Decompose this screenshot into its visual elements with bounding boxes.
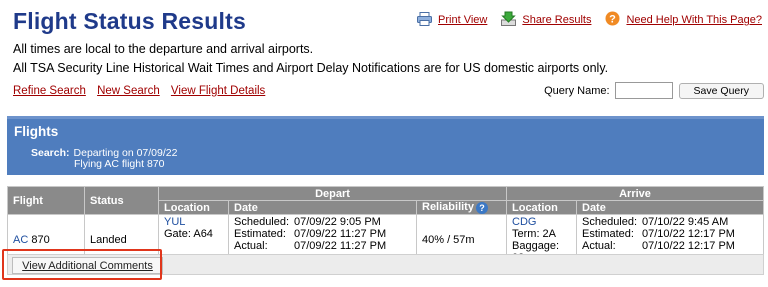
print-view-link[interactable]: Print View	[417, 11, 487, 29]
action-links: Refine Search New Search View Flight Det…	[13, 85, 273, 97]
help-icon[interactable]: ?	[475, 202, 488, 214]
search-label: Search:	[31, 147, 70, 159]
arrive-scheduled: 07/10/22 9:45 AM	[642, 216, 729, 228]
share-results-label[interactable]: Share Results	[522, 14, 591, 26]
depart-gate: Gate: A64	[164, 228, 213, 240]
col-depart: Depart	[158, 186, 507, 201]
depart-scheduled-label: Scheduled:	[234, 216, 290, 228]
save-query-form: Query Name: Save Query	[544, 82, 764, 99]
arrive-actual-label: Actual:	[582, 240, 616, 252]
depart-actual-label: Actual:	[234, 240, 268, 252]
flight-number: 870	[31, 234, 50, 246]
help-label[interactable]: Need Help With This Page?	[626, 14, 762, 26]
arrive-estimated: 07/10/22 12:17 PM	[642, 228, 735, 240]
depart-actual: 07/09/22 11:27 PM	[294, 240, 387, 252]
timezone-note: All times are local to the departure and…	[13, 42, 314, 56]
svg-text:?: ?	[610, 14, 617, 26]
col-arrive-location: Location	[506, 200, 577, 215]
reliability-label: Reliability	[422, 201, 474, 213]
depart-estimated-label: Estimated:	[234, 228, 286, 240]
col-arrive: Arrive	[506, 186, 764, 201]
col-reliability: Reliability?	[416, 200, 507, 215]
comments-button-label: View Additional Comments	[22, 259, 153, 272]
query-name-label: Query Name:	[544, 84, 610, 97]
page-title: Flight Status Results	[13, 8, 246, 34]
airline-link[interactable]: AC	[13, 234, 28, 246]
share-download-icon	[501, 11, 517, 29]
save-query-button[interactable]: Save Query	[678, 82, 764, 99]
view-additional-comments-button[interactable]: View Additional Comments	[12, 257, 163, 274]
col-status: Status	[84, 186, 159, 215]
arrive-airport-link[interactable]: CDG	[512, 216, 536, 228]
comments-row: View Additional Comments	[7, 254, 764, 275]
top-links: Print View Share Results ? Need Help Wit…	[403, 11, 762, 29]
flights-banner: Flights Search: Departing on 07/09/22 Fly…	[7, 116, 764, 175]
col-depart-location: Location	[158, 200, 229, 215]
table-header-row: Flight Status Depart Arrive	[7, 186, 764, 215]
depart-estimated: 07/09/22 11:27 PM	[294, 228, 387, 240]
share-results-link[interactable]: Share Results	[501, 11, 591, 29]
refine-search-link[interactable]: Refine Search	[13, 85, 86, 97]
search-summary: Search: Departing on 07/09/22 Flying AC f…	[31, 148, 177, 170]
query-name-input[interactable]	[614, 82, 673, 99]
help-link[interactable]: ? Need Help With This Page?	[605, 11, 762, 29]
arrive-term: Term: 2A	[512, 228, 557, 240]
col-flight: Flight	[7, 186, 85, 215]
tsa-note: All TSA Security Line Historical Wait Ti…	[13, 61, 609, 75]
col-arrive-date: Date	[576, 200, 764, 215]
search-flying: Flying AC flight 870	[74, 158, 165, 170]
question-circle-icon: ?	[605, 11, 620, 29]
printer-icon	[417, 11, 433, 29]
print-view-label[interactable]: Print View	[438, 14, 487, 26]
depart-airport-link[interactable]: YUL	[164, 216, 185, 228]
arrive-actual: 07/10/22 12:17 PM	[642, 240, 735, 252]
new-search-link[interactable]: New Search	[97, 85, 160, 97]
arrive-estimated-label: Estimated:	[582, 228, 634, 240]
col-depart-date: Date	[228, 200, 417, 215]
view-flight-details-link[interactable]: View Flight Details	[171, 85, 265, 97]
depart-scheduled: 07/09/22 9:05 PM	[294, 216, 381, 228]
banner-title: Flights	[14, 124, 59, 139]
arrive-scheduled-label: Scheduled:	[582, 216, 638, 228]
